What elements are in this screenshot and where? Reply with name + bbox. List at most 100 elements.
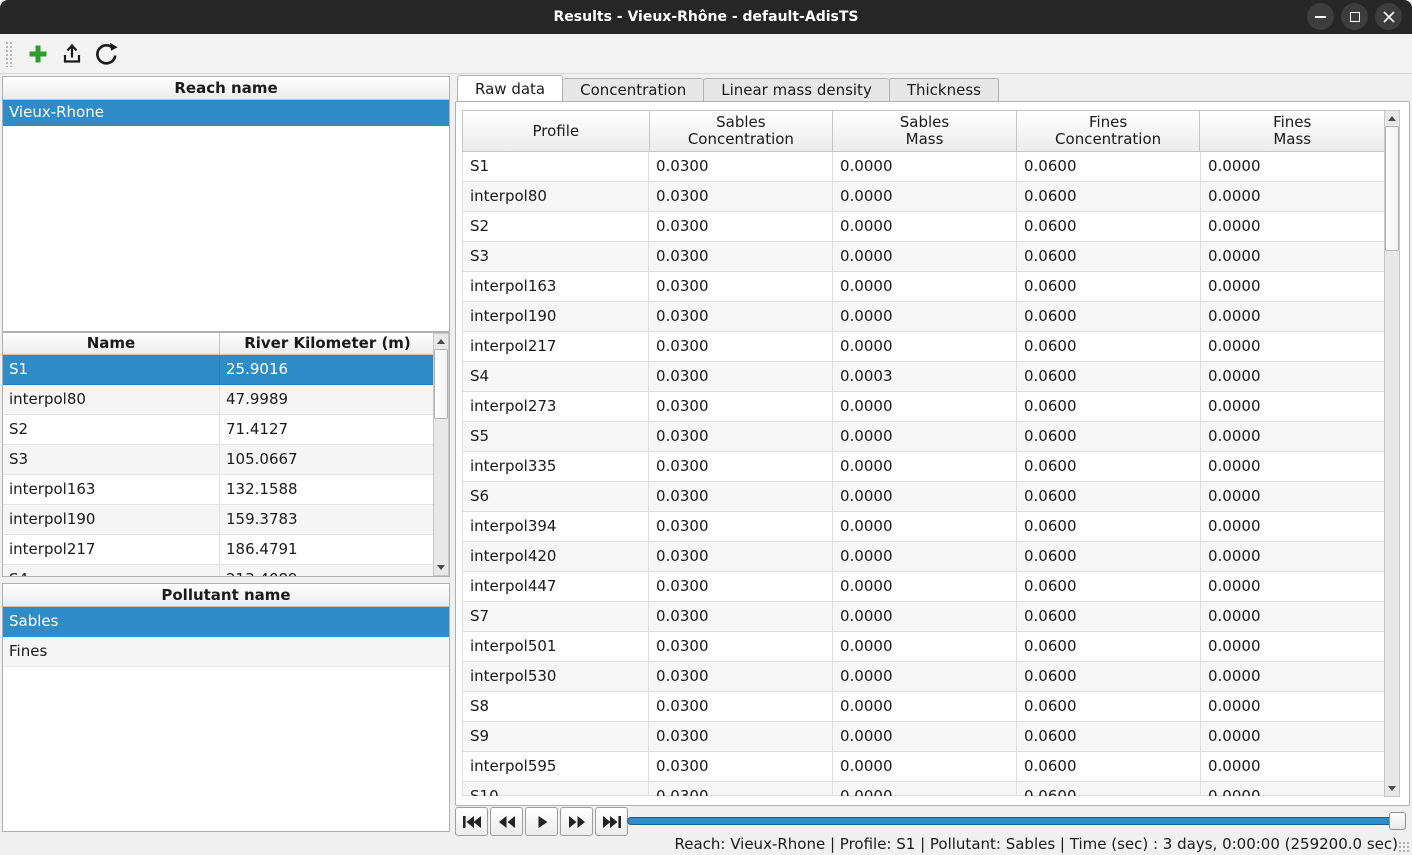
tab-concentration[interactable]: Concentration xyxy=(563,78,703,102)
profile-row-s4[interactable]: S4213.4089 xyxy=(3,565,449,577)
toolbar-drag-handle[interactable] xyxy=(5,41,14,67)
profile-row-interpol190[interactable]: interpol190159.3783 xyxy=(3,505,449,535)
profile-row-interpol80[interactable]: interpol8047.9989 xyxy=(3,385,449,415)
table-row-interpol273[interactable]: interpol2730.03000.00000.06000.0000 xyxy=(462,392,1385,422)
profile-row-interpol163[interactable]: interpol163132.1588 xyxy=(3,475,449,505)
time-slider[interactable] xyxy=(627,817,1405,825)
playback-controls xyxy=(455,807,628,836)
scroll-down-icon[interactable] xyxy=(434,560,448,575)
table-row-interpol447[interactable]: interpol4470.03000.00000.06000.0000 xyxy=(462,572,1385,602)
scroll-up-icon[interactable] xyxy=(1385,111,1399,126)
results-col-profile[interactable]: Profile xyxy=(463,111,650,151)
cell-value: 0.0000 xyxy=(833,452,1017,482)
results-col-fines-mass[interactable]: FinesMass xyxy=(1200,111,1384,151)
table-row-s8[interactable]: S80.03000.00000.06000.0000 xyxy=(462,692,1385,722)
table-row-s9[interactable]: S90.03000.00000.06000.0000 xyxy=(462,722,1385,752)
scroll-up-icon[interactable] xyxy=(434,334,448,349)
cell-profile: S1 xyxy=(462,152,649,182)
profile-name: S3 xyxy=(3,445,220,475)
table-row-interpol501[interactable]: interpol5010.03000.00000.06000.0000 xyxy=(462,632,1385,662)
table-row-interpol420[interactable]: interpol4200.03000.00000.06000.0000 xyxy=(462,542,1385,572)
profile-row-interpol217[interactable]: interpol217186.4791 xyxy=(3,535,449,565)
refresh-button[interactable] xyxy=(89,37,123,71)
skip-to-start-button[interactable] xyxy=(455,807,488,836)
list-item-sables[interactable]: Sables xyxy=(3,607,449,637)
cell-value: 0.0000 xyxy=(833,692,1017,722)
table-row-interpol163[interactable]: interpol1630.03000.00000.06000.0000 xyxy=(462,272,1385,302)
profiles-scrollbar[interactable] xyxy=(433,333,449,576)
cell-value: 0.0300 xyxy=(649,182,833,212)
list-item-fines[interactable]: Fines xyxy=(3,637,449,667)
results-col-sables-mass[interactable]: SablesMass xyxy=(833,111,1017,151)
results-col-fines-concentration[interactable]: FinesConcentration xyxy=(1017,111,1201,151)
table-row-s5[interactable]: S50.03000.00000.06000.0000 xyxy=(462,422,1385,452)
profile-row-s2[interactable]: S271.4127 xyxy=(3,415,449,445)
cell-value: 0.0600 xyxy=(1017,692,1201,722)
add-button[interactable] xyxy=(21,37,55,71)
resize-grip-icon[interactable] xyxy=(1398,841,1410,853)
results-scrollbar-thumb[interactable] xyxy=(1385,126,1399,251)
table-row-s2[interactable]: S20.03000.00000.06000.0000 xyxy=(462,212,1385,242)
scroll-down-icon[interactable] xyxy=(1385,781,1399,796)
table-row-s6[interactable]: S60.03000.00000.06000.0000 xyxy=(462,482,1385,512)
cell-value: 0.0300 xyxy=(649,722,833,752)
cell-value: 0.0300 xyxy=(649,662,833,692)
cell-value: 0.0000 xyxy=(1201,362,1385,392)
table-row-interpol190[interactable]: interpol1900.03000.00000.06000.0000 xyxy=(462,302,1385,332)
table-row-s3[interactable]: S30.03000.00000.06000.0000 xyxy=(462,242,1385,272)
profile-name: interpol80 xyxy=(3,385,220,415)
close-button[interactable] xyxy=(1375,3,1402,30)
cell-value: 0.0300 xyxy=(649,572,833,602)
profile-row-s1[interactable]: S125.9016 xyxy=(3,355,449,385)
reach-panel: Reach name Vieux-Rhone xyxy=(2,76,450,332)
table-row-s7[interactable]: S70.03000.00000.06000.0000 xyxy=(462,602,1385,632)
tab-thickness[interactable]: Thickness xyxy=(889,78,999,102)
table-row-interpol394[interactable]: interpol3940.03000.00000.06000.0000 xyxy=(462,512,1385,542)
cell-profile: interpol595 xyxy=(462,752,649,782)
skip-to-end-button[interactable] xyxy=(595,807,628,836)
fast-forward-icon xyxy=(567,815,587,829)
cell-value: 0.0600 xyxy=(1017,182,1201,212)
profiles-rows: S125.9016interpol8047.9989S271.4127S3105… xyxy=(3,355,449,577)
table-row-interpol595[interactable]: interpol5950.03000.00000.06000.0000 xyxy=(462,752,1385,782)
results-col-sables-concentration[interactable]: SablesConcentration xyxy=(650,111,834,151)
profile-name: S1 xyxy=(3,355,220,385)
rewind-button[interactable] xyxy=(490,807,523,836)
profile-name: S2 xyxy=(3,415,220,445)
cell-value: 0.0000 xyxy=(1201,422,1385,452)
profile-row-s3[interactable]: S3105.0667 xyxy=(3,445,449,475)
cell-profile: interpol420 xyxy=(462,542,649,572)
play-button[interactable] xyxy=(525,807,558,836)
results-table: ProfileSablesConcentrationSablesMassFine… xyxy=(462,110,1385,796)
maximize-button[interactable] xyxy=(1341,3,1368,30)
fast-forward-button[interactable] xyxy=(560,807,593,836)
profile-name: interpol163 xyxy=(3,475,220,505)
table-row-interpol530[interactable]: interpol5300.03000.00000.06000.0000 xyxy=(462,662,1385,692)
results-table-header: ProfileSablesConcentrationSablesMassFine… xyxy=(462,110,1385,152)
cell-value: 0.0600 xyxy=(1017,362,1201,392)
table-row-interpol80[interactable]: interpol800.03000.00000.06000.0000 xyxy=(462,182,1385,212)
cell-value: 0.0300 xyxy=(649,482,833,512)
table-row-s4[interactable]: S40.03000.00030.06000.0000 xyxy=(462,362,1385,392)
rewind-icon xyxy=(497,815,517,829)
table-row-s1[interactable]: S10.03000.00000.06000.0000 xyxy=(462,152,1385,182)
cell-value: 0.0000 xyxy=(833,332,1017,362)
cell-value: 0.0000 xyxy=(833,182,1017,212)
time-slider-handle[interactable] xyxy=(1389,812,1406,830)
results-scrollbar[interactable] xyxy=(1384,110,1400,797)
profiles-scrollbar-thumb[interactable] xyxy=(434,349,448,419)
cell-value: 0.0000 xyxy=(1201,512,1385,542)
cell-value: 0.0300 xyxy=(649,782,833,796)
cell-profile: S4 xyxy=(462,362,649,392)
profile-km: 25.9016 xyxy=(220,355,435,385)
minimize-button[interactable] xyxy=(1307,3,1334,30)
table-row-interpol217[interactable]: interpol2170.03000.00000.06000.0000 xyxy=(462,332,1385,362)
export-button[interactable] xyxy=(55,37,89,71)
tab-raw-data[interactable]: Raw data xyxy=(457,75,563,102)
table-row-s10[interactable]: S100.03000.00000.06000.0000 xyxy=(462,782,1385,796)
tab-linear-mass-density[interactable]: Linear mass density xyxy=(703,78,889,102)
cell-value: 0.0000 xyxy=(833,572,1017,602)
profile-km: 71.4127 xyxy=(220,415,435,445)
list-item-vieux-rhone[interactable]: Vieux-Rhone xyxy=(3,100,449,126)
table-row-interpol335[interactable]: interpol3350.03000.00000.06000.0000 xyxy=(462,452,1385,482)
